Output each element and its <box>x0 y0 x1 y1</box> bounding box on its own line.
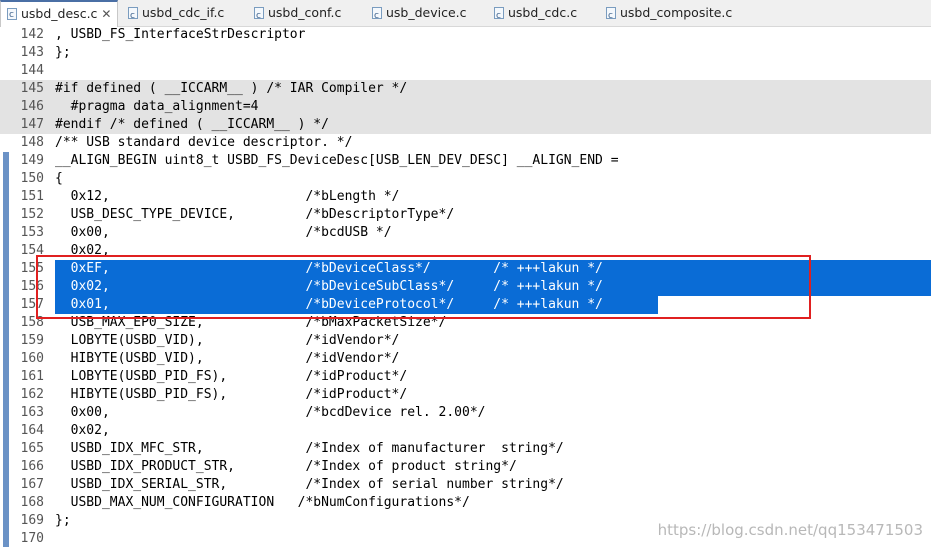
line-number: 153 <box>20 225 44 240</box>
line-number: 162 <box>20 387 44 402</box>
code-line[interactable]: 144 <box>0 62 931 80</box>
line-number: 150 <box>20 171 44 186</box>
code-line[interactable]: 162 HIBYTE(USBD_PID_FS), /*idProduct*/ <box>0 386 931 404</box>
close-icon[interactable]: ✕ <box>101 3 111 26</box>
code-text: #pragma data_alignment=4 <box>55 99 259 114</box>
code-text: __ALIGN_BEGIN uint8_t USBD_FS_DeviceDesc… <box>55 153 619 168</box>
c-file-icon <box>128 3 138 29</box>
tab-usbd-cdc[interactable]: usbd_cdc.c <box>494 0 578 29</box>
code-text: #if defined ( __ICCARM__ ) /* IAR Compil… <box>55 81 408 96</box>
line-number: 142 <box>20 27 44 42</box>
code-line[interactable]: 142 , USBD_FS_InterfaceStrDescriptor <box>0 26 931 44</box>
line-number: 170 <box>20 531 44 546</box>
code-text: , USBD_FS_InterfaceStrDescriptor <box>55 27 306 42</box>
code-line[interactable]: 165 USBD_IDX_MFC_STR, /*Index of manufac… <box>0 440 931 458</box>
tab-label: usb_device.c <box>386 5 467 20</box>
c-file-icon <box>494 3 504 29</box>
line-number: 166 <box>20 459 44 474</box>
code-text: 0x02, <box>55 423 110 438</box>
line-number: 169 <box>20 513 44 528</box>
line-number: 148 <box>20 135 44 150</box>
code-line[interactable]: 151 0x12, /*bLength */ <box>0 188 931 206</box>
code-text: LOBYTE(USBD_PID_FS), /*idProduct*/ <box>55 369 408 384</box>
tab-usbd-conf[interactable]: usbd_conf.c <box>254 0 342 29</box>
code-line[interactable]: 153 0x00, /*bcdUSB */ <box>0 224 931 242</box>
tab-usbd-desc[interactable]: usbd_desc.c✕ <box>0 0 118 27</box>
code-text: /** USB standard device descriptor. */ <box>55 135 353 150</box>
code-line[interactable]: 143 }; <box>0 44 931 62</box>
c-file-icon <box>606 3 616 29</box>
tab-label: usbd_cdc.c <box>508 5 578 20</box>
line-number: 168 <box>20 495 44 510</box>
code-line[interactable]: 168 USBD_MAX_NUM_CONFIGURATION /*bNumCon… <box>0 494 931 512</box>
code-line[interactable]: 167 USBD_IDX_SERIAL_STR, /*Index of seri… <box>0 476 931 494</box>
tab-label: usbd_composite.c <box>620 5 733 20</box>
c-file-icon <box>7 4 17 27</box>
code-text: USBD_IDX_MFC_STR, /*Index of manufacture… <box>55 441 564 456</box>
line-number: 167 <box>20 477 44 492</box>
code-text: LOBYTE(USBD_VID), /*idVendor*/ <box>55 333 400 348</box>
code-text: }; <box>55 45 71 60</box>
code-line-preprocessor[interactable]: 146 #pragma data_alignment=4 <box>0 98 931 116</box>
code-line[interactable]: 166 USBD_IDX_PRODUCT_STR, /*Index of pro… <box>0 458 931 476</box>
code-text: HIBYTE(USBD_PID_FS), /*idProduct*/ <box>55 387 408 402</box>
code-line[interactable]: 148 /** USB standard device descriptor. … <box>0 134 931 152</box>
line-number: 149 <box>20 153 44 168</box>
line-number: 164 <box>20 423 44 438</box>
line-number: 145 <box>20 81 44 96</box>
code-line[interactable]: 164 0x02, <box>0 422 931 440</box>
code-text: USBD_MAX_NUM_CONFIGURATION /*bNumConfigu… <box>55 495 470 510</box>
line-number: 146 <box>20 99 44 114</box>
line-number: 165 <box>20 441 44 456</box>
line-number: 161 <box>20 369 44 384</box>
code-line[interactable]: 150 { <box>0 170 931 188</box>
code-text: { <box>55 171 63 186</box>
line-number: 160 <box>20 351 44 366</box>
code-text: }; <box>55 513 71 528</box>
watermark: https://blog.csdn.net/qq153471503 <box>657 521 923 539</box>
code-text: #endif /* defined ( __ICCARM__ ) */ <box>55 117 329 132</box>
code-text: 0x12, /*bLength */ <box>55 189 400 204</box>
code-line[interactable]: 159 LOBYTE(USBD_VID), /*idVendor*/ <box>0 332 931 350</box>
line-number: 151 <box>20 189 44 204</box>
code-line[interactable]: 163 0x00, /*bcdDevice rel. 2.00*/ <box>0 404 931 422</box>
c-file-icon <box>254 3 264 29</box>
code-text: HIBYTE(USBD_VID), /*idVendor*/ <box>55 351 400 366</box>
editor-tab-bar: usbd_desc.c✕ usbd_cdc_if.c usbd_conf.c u… <box>0 0 931 29</box>
code-line-preprocessor[interactable]: 147 #endif /* defined ( __ICCARM__ ) */ <box>0 116 931 134</box>
code-text: 0x00, /*bcdDevice rel. 2.00*/ <box>55 405 486 420</box>
line-number: 147 <box>20 117 44 132</box>
code-line[interactable]: 160 HIBYTE(USBD_VID), /*idVendor*/ <box>0 350 931 368</box>
tab-usbd-cdc-if[interactable]: usbd_cdc_if.c <box>128 0 225 29</box>
line-number: 144 <box>20 63 44 78</box>
code-line[interactable]: 161 LOBYTE(USBD_PID_FS), /*idProduct*/ <box>0 368 931 386</box>
tab-usbd-composite[interactable]: usbd_composite.c <box>606 0 733 29</box>
line-number: 143 <box>20 45 44 60</box>
tab-label: usbd_conf.c <box>268 5 342 20</box>
tab-usb-device[interactable]: usb_device.c <box>372 0 467 29</box>
annotation-highlight-box <box>36 255 811 319</box>
line-number: 152 <box>20 207 44 222</box>
code-line[interactable]: 152 USB_DESC_TYPE_DEVICE, /*bDescriptorT… <box>0 206 931 224</box>
code-text: USBD_IDX_PRODUCT_STR, /*Index of product… <box>55 459 517 474</box>
line-number: 163 <box>20 405 44 420</box>
code-line[interactable]: 149 __ALIGN_BEGIN uint8_t USBD_FS_Device… <box>0 152 931 170</box>
line-number: 159 <box>20 333 44 348</box>
tab-label: usbd_desc.c <box>21 6 98 21</box>
code-text: USB_DESC_TYPE_DEVICE, /*bDescriptorType*… <box>55 207 455 222</box>
code-line-preprocessor[interactable]: 145 #if defined ( __ICCARM__ ) /* IAR Co… <box>0 80 931 98</box>
tab-label: usbd_cdc_if.c <box>142 5 225 20</box>
c-file-icon <box>372 3 382 29</box>
code-text: 0x00, /*bcdUSB */ <box>55 225 392 240</box>
code-text: USBD_IDX_SERIAL_STR, /*Index of serial n… <box>55 477 564 492</box>
